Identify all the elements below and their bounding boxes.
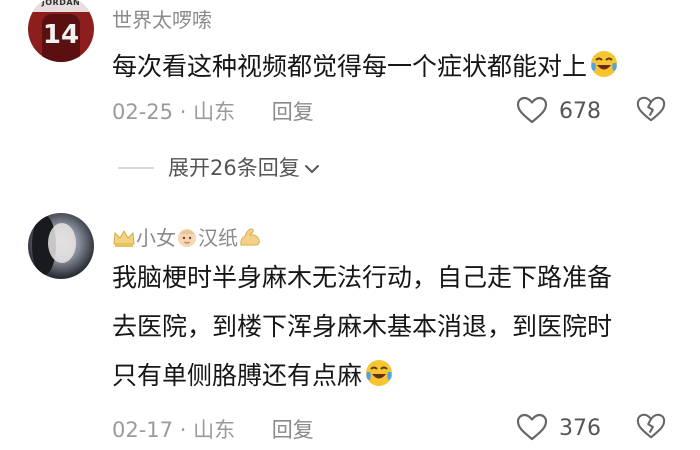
reply-button[interactable]: 回复 (272, 418, 314, 442)
dislike-button[interactable] (636, 411, 666, 445)
like-button[interactable]: 678 (516, 95, 601, 125)
avatar[interactable] (28, 213, 94, 279)
like-button[interactable]: 376 (516, 412, 601, 442)
divider (118, 167, 154, 169)
comment-text: 我脑梗时半身麻木无法行动，自己走下路准备 去医院，到楼下浑身麻木基本消退，到医院… (112, 253, 672, 404)
avatar-face (48, 223, 76, 263)
comment-location: 山东 (193, 100, 236, 124)
comment-line: 去医院，到楼下浑身麻木基本消退，到医院时 (112, 312, 613, 341)
username[interactable]: 小女 汉纸 (112, 222, 262, 253)
laughing-tears-emoji (589, 46, 619, 95)
laughing-tears-emoji (364, 355, 394, 404)
meta-separator: · (179, 418, 187, 442)
username-part: 小女 (136, 226, 176, 250)
chevron-down-icon (300, 156, 322, 180)
like-count: 376 (559, 416, 601, 441)
meta-separator: · (179, 100, 187, 124)
avatar[interactable]: JORDAN 14 (28, 0, 94, 62)
comment-item: JORDAN 14 世界太啰嗦 每次看这种视频都觉得每一个症状都能对上 02-2… (0, 0, 700, 200)
baby-face-icon (176, 226, 198, 253)
dislike-button[interactable] (636, 94, 666, 128)
comment-meta: 02-17 · 山东 回复 (112, 414, 314, 444)
like-count: 678 (559, 99, 601, 124)
flexed-biceps-icon (238, 226, 262, 253)
broken-heart-icon (636, 96, 666, 128)
comment-text: 每次看这种视频都觉得每一个症状都能对上 (112, 42, 672, 95)
comment-item: 小女 汉纸 我脑梗时半身麻木无法行动，自己走下路准备 去医院，到楼下浑身麻木基本消… (0, 205, 700, 450)
expand-replies-button[interactable]: 展开26条回复 (118, 152, 322, 182)
comment-location: 山东 (193, 418, 236, 442)
comment-date: 02-17 (112, 418, 174, 442)
reply-button[interactable]: 回复 (272, 100, 314, 124)
broken-heart-icon (636, 413, 666, 445)
expand-replies-label: 展开26条回复 (168, 156, 300, 180)
comment-line: 只有单侧胳膊还有点麻 (112, 351, 672, 404)
username[interactable]: 世界太啰嗦 (112, 4, 212, 33)
comment-meta: 02-25 · 山东 回复 (112, 96, 314, 126)
comment-line: 我脑梗时半身麻木无法行动，自己走下路准备 (112, 263, 613, 292)
comment-date: 02-25 (112, 100, 174, 124)
crown-icon (112, 228, 136, 253)
avatar-jersey-text: JORDAN (28, 0, 94, 12)
username-part: 汉纸 (198, 226, 238, 250)
avatar-jersey-number: 14 (42, 20, 80, 50)
comment-line: 每次看这种视频都觉得每一个症状都能对上 (112, 42, 672, 95)
heart-outline-icon (516, 96, 559, 124)
heart-outline-icon (516, 413, 559, 441)
